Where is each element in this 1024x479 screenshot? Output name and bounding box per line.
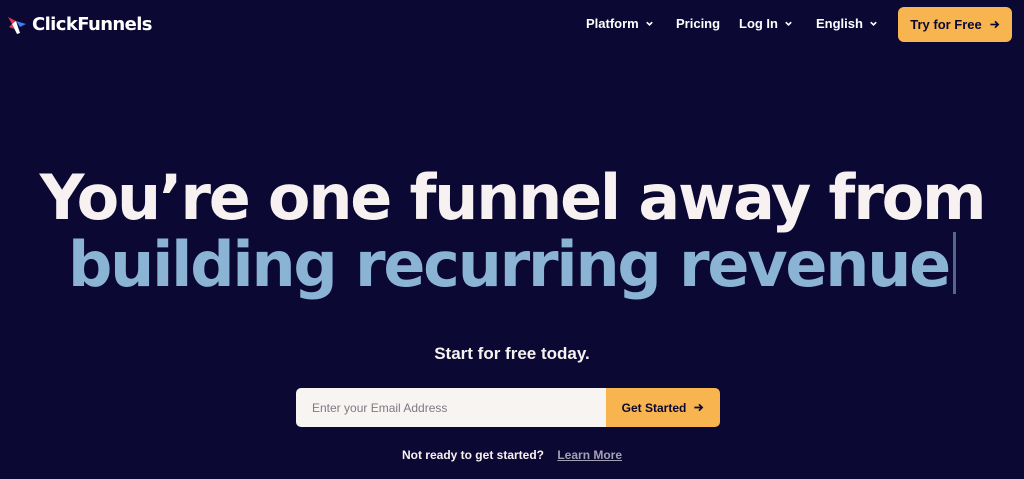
chevron-down-icon [870, 21, 877, 26]
not-ready-text: Not ready to get started? [401, 448, 544, 462]
arrow-right-icon [694, 403, 704, 412]
nav-item-language[interactable]: English [816, 16, 878, 31]
typing-caret [953, 232, 956, 294]
nav-item-login[interactable]: Log In [739, 16, 793, 31]
hero-headline-line1: You’re one funnel away from [39, 161, 987, 234]
hero-headline-line2: building recurring revenue [0, 227, 1024, 303]
nav-item-label: English [816, 16, 863, 31]
nav-item-platform[interactable]: Platform [586, 16, 654, 31]
chevron-down-icon [645, 21, 653, 26]
hero-subtitle: Start for free today. [434, 344, 590, 363]
learn-more-row: Not ready to get started? Learn More [0, 448, 1024, 462]
nav-links: Platform Pricing Log In English [0, 16, 1024, 32]
nav-item-label: Platform [586, 16, 639, 31]
try-for-free-label: Try for Free [910, 17, 982, 32]
get-started-label: Get Started [621, 400, 687, 415]
email-signup-form: Get Started [296, 388, 720, 427]
try-for-free-button[interactable]: Try for Free [898, 7, 1012, 42]
get-started-button[interactable]: Get Started [606, 388, 720, 427]
top-navigation: ClickFunnels Platform Pricing Log In Eng… [0, 0, 1024, 48]
nav-item-pricing[interactable]: Pricing [676, 16, 720, 31]
learn-more-link[interactable]: Learn More [557, 448, 622, 462]
email-input[interactable] [296, 388, 606, 427]
nav-item-label: Log In [739, 16, 778, 31]
nav-item-label: Pricing [676, 16, 721, 31]
chevron-down-icon [785, 21, 792, 26]
arrow-right-icon [990, 20, 1000, 29]
hero-headline-highlight: building recurring revenue [67, 228, 951, 301]
